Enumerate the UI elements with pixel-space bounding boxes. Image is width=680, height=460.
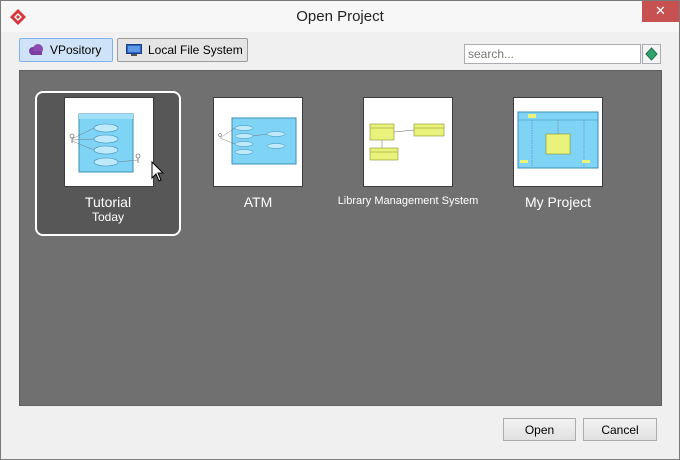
tag-icon: [645, 47, 658, 61]
sequence-diagram-thumbnail-icon: [517, 111, 599, 169]
project-item-library-management-system[interactable]: Library Management System: [335, 93, 481, 238]
project-thumbnail: [64, 97, 154, 187]
use-case-diagram-thumbnail-icon: [69, 113, 141, 173]
open-project-dialog: Open Project ✕ VPository Local File Syst…: [0, 0, 680, 460]
project-item-atm[interactable]: ATM: [185, 93, 331, 238]
tab-vpository-label: VPository: [50, 43, 102, 57]
project-name: Tutorial: [84, 194, 132, 210]
project-name: My Project: [524, 194, 592, 210]
title-bar[interactable]: Open Project ✕: [1, 1, 679, 32]
window-title: Open Project: [296, 8, 384, 25]
dialog-body: VPository Local File System search... Tu…: [1, 32, 679, 459]
class-diagram-thumbnail-icon: [369, 123, 445, 161]
search-input[interactable]: [464, 44, 641, 64]
project-name: ATM: [243, 194, 273, 210]
project-thumbnail: [213, 97, 303, 187]
tab-vpository[interactable]: VPository: [19, 38, 113, 62]
project-grid: Tutorial Today ATM Library Management Sy…: [19, 70, 662, 406]
monitor-icon: [126, 43, 142, 56]
project-date: Today: [91, 210, 125, 224]
cancel-button[interactable]: Cancel: [583, 418, 657, 441]
project-thumbnail: [513, 97, 603, 187]
close-button[interactable]: ✕: [642, 1, 679, 22]
open-button[interactable]: Open: [503, 418, 576, 441]
tab-local-file-system[interactable]: Local File System: [117, 38, 248, 62]
search-button[interactable]: [642, 44, 661, 64]
atm-diagram-thumbnail-icon: [218, 117, 297, 165]
tab-local-file-system-label: Local File System: [148, 43, 243, 57]
mouse-pointer-icon: [151, 161, 165, 182]
project-name: Library Management System: [337, 195, 479, 207]
project-thumbnail: [363, 97, 453, 187]
cloud-icon: [29, 44, 43, 55]
project-item-my-project[interactable]: My Project: [485, 93, 631, 238]
